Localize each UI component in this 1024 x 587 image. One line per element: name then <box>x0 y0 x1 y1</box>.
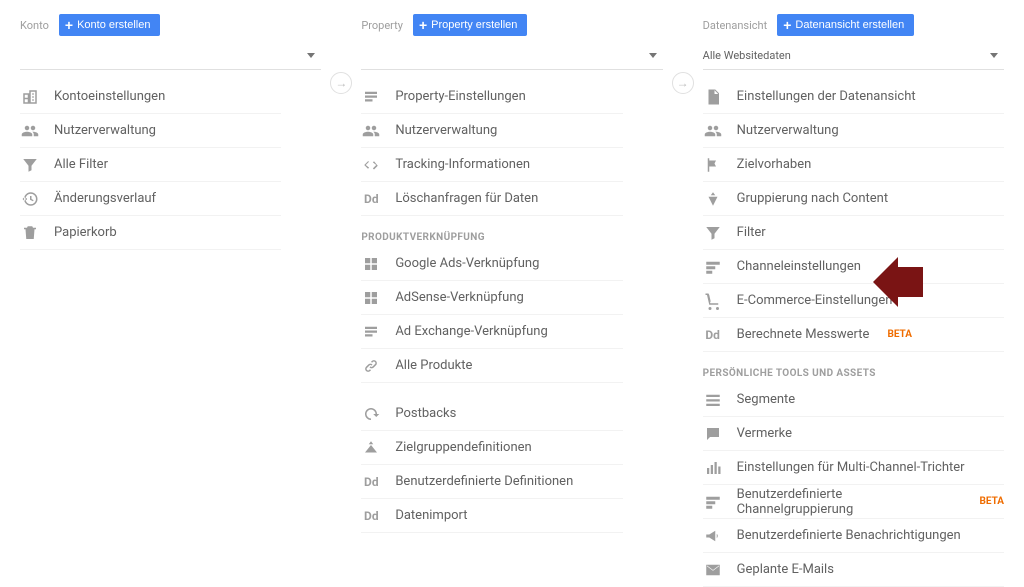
plus-icon: + <box>419 18 427 32</box>
create-view-button[interactable]: + Datenansicht erstellen <box>777 14 914 36</box>
building-icon <box>20 87 40 107</box>
item-postbacks[interactable]: Postbacks <box>361 397 622 431</box>
list-icon <box>361 322 381 342</box>
dd-icon: Dd <box>361 472 381 492</box>
create-view-label: Datenansicht erstellen <box>795 19 904 31</box>
create-property-label: Property erstellen <box>431 19 517 31</box>
create-account-button[interactable]: + Konto erstellen <box>59 14 161 36</box>
cart-icon <box>703 291 723 311</box>
item-adsense-linking[interactable]: AdSense-Verknüpfung <box>361 281 622 315</box>
postback-icon <box>361 404 381 424</box>
beta-badge: BETA <box>979 496 1004 507</box>
dd-icon: Dd <box>361 506 381 526</box>
personal-tools-heading: PERSÖNLICHE TOOLS UND ASSETS <box>703 368 1004 379</box>
item-view-settings[interactable]: Einstellungen der Datenansicht <box>703 80 1004 114</box>
property-column: Property + Property erstellen Property-E… <box>341 0 682 552</box>
create-property-button[interactable]: + Property erstellen <box>413 14 527 36</box>
item-account-users[interactable]: Nutzerverwaltung <box>20 114 281 148</box>
history-icon <box>20 189 40 209</box>
item-custom-definitions[interactable]: Dd Benutzerdefinierte Definitionen <box>361 465 622 499</box>
item-adexchange-linking[interactable]: Ad Exchange-Verknüpfung <box>361 315 622 349</box>
item-custom-channel-grouping[interactable]: Benutzerdefinierte Channelgruppierung BE… <box>703 485 1004 519</box>
item-annotations[interactable]: Vermerke <box>703 417 1004 451</box>
item-view-users[interactable]: Nutzerverwaltung <box>703 114 1004 148</box>
item-segments[interactable]: Segmente <box>703 383 1004 417</box>
content-group-icon <box>703 189 723 209</box>
account-column: Konto + Konto erstellen Kontoeinstellung… <box>0 0 341 552</box>
item-channel-settings[interactable]: Channeleinstellungen <box>703 250 1004 284</box>
channel-icon <box>703 492 723 512</box>
bars-icon <box>703 458 723 478</box>
mail-icon <box>703 560 723 580</box>
item-change-history[interactable]: Änderungsverlauf <box>20 182 281 216</box>
users-icon <box>703 121 723 141</box>
item-content-grouping[interactable]: Gruppierung nach Content <box>703 182 1004 216</box>
account-label: Konto <box>20 19 49 32</box>
item-account-settings[interactable]: Kontoeinstellungen <box>20 80 281 114</box>
item-google-ads-linking[interactable]: Google Ads-Verknüpfung <box>361 247 622 281</box>
caret-down-icon <box>307 53 315 58</box>
property-selector[interactable] <box>361 42 662 70</box>
item-scheduled-emails[interactable]: Geplante E-Mails <box>703 553 1004 587</box>
property-label: Property <box>361 19 403 32</box>
item-ecommerce-settings[interactable]: E-Commerce-Einstellungen <box>703 284 1004 318</box>
funnel-icon <box>20 155 40 175</box>
dd-icon: Dd <box>703 325 723 345</box>
account-selector[interactable] <box>20 42 321 70</box>
create-account-label: Konto erstellen <box>77 19 150 31</box>
view-selector[interactable]: Alle Websitedaten <box>703 42 1004 70</box>
caret-down-icon <box>649 53 657 58</box>
target-group-icon <box>361 438 381 458</box>
document-icon <box>703 87 723 107</box>
item-property-settings[interactable]: Property-Einstellungen <box>361 80 622 114</box>
item-data-deletion[interactable]: Dd Löschanfragen für Daten <box>361 182 622 216</box>
code-icon <box>361 155 381 175</box>
item-audience-definitions[interactable]: Zielgruppendefinitionen <box>361 431 622 465</box>
trash-icon <box>20 223 40 243</box>
note-icon <box>703 424 723 444</box>
account-header: Konto + Konto erstellen <box>20 14 321 36</box>
product-linking-heading: PRODUKTVERKNÜPFUNG <box>361 232 662 243</box>
beta-badge: BETA <box>887 329 912 340</box>
grid-icon <box>361 288 381 308</box>
funnel-icon <box>703 223 723 243</box>
grid-icon <box>361 254 381 274</box>
channel-icon <box>703 257 723 277</box>
item-goals[interactable]: Zielvorhaben <box>703 148 1004 182</box>
item-tracking-info[interactable]: Tracking-Informationen <box>361 148 622 182</box>
item-data-import[interactable]: Dd Datenimport <box>361 499 622 533</box>
users-icon <box>361 121 381 141</box>
item-all-products[interactable]: Alle Produkte <box>361 349 622 383</box>
view-label: Datenansicht <box>703 19 768 32</box>
link-icon <box>361 356 381 376</box>
megaphone-icon <box>703 526 723 546</box>
item-multichannel-settings[interactable]: Einstellungen für Multi-Channel-Trichter <box>703 451 1004 485</box>
segments-icon <box>703 390 723 410</box>
item-property-users[interactable]: Nutzerverwaltung <box>361 114 622 148</box>
item-calculated-metrics[interactable]: Dd Berechnete Messwerte BETA <box>703 318 1004 352</box>
item-all-filters[interactable]: Alle Filter <box>20 148 281 182</box>
item-trash[interactable]: Papierkorb <box>20 216 281 250</box>
dd-icon: Dd <box>361 189 381 209</box>
view-header: Datenansicht + Datenansicht erstellen <box>703 14 1004 36</box>
list-icon <box>361 87 381 107</box>
plus-icon: + <box>65 18 73 32</box>
users-icon <box>20 121 40 141</box>
property-header: Property + Property erstellen <box>361 14 662 36</box>
flag-icon <box>703 155 723 175</box>
caret-down-icon <box>990 53 998 58</box>
item-view-filters[interactable]: Filter <box>703 216 1004 250</box>
plus-icon: + <box>783 18 791 32</box>
item-custom-alerts[interactable]: Benutzerdefinierte Benachrichtigungen <box>703 519 1004 553</box>
view-column: Datenansicht + Datenansicht erstellen Al… <box>683 0 1024 552</box>
